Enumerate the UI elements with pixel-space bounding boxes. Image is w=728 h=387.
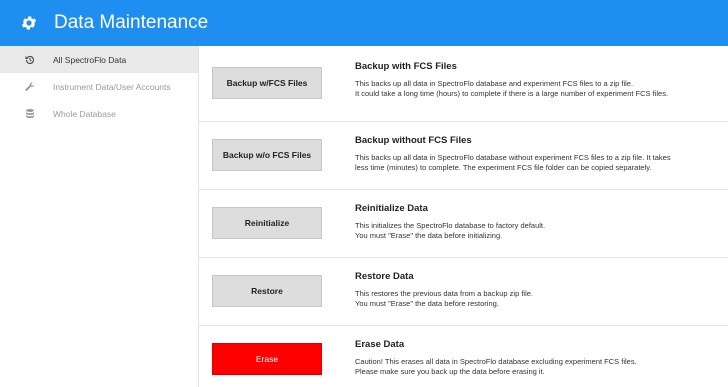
- sidebar-item-all-spectroflo-data[interactable]: All SpectroFlo Data: [0, 46, 198, 73]
- description-line: You must "Erase" the data before initial…: [355, 231, 503, 240]
- reinitialize-button[interactable]: Reinitialize: [212, 207, 322, 239]
- gear-icon: [21, 16, 37, 30]
- wrench-icon: [25, 81, 35, 91]
- app-header: Data Maintenance: [0, 0, 728, 46]
- action-title: Backup without FCS Files: [355, 135, 472, 146]
- action-title: Backup with FCS Files: [355, 61, 457, 72]
- description-line: less time (minutes) to complete. The exp…: [355, 163, 652, 172]
- action-row-backup-with-fcs: Backup w/FCS Files Backup with FCS Files…: [199, 54, 728, 122]
- sidebar-item-whole-database[interactable]: Whole Database: [0, 100, 198, 127]
- description-line: This initializes the SpectroFlo database…: [355, 221, 546, 230]
- action-title: Restore Data: [355, 271, 414, 282]
- sidebar-item-instrument-data-user-accounts[interactable]: Instrument Data/User Accounts: [0, 73, 198, 100]
- action-row-restore: Restore Restore Data This restores the p…: [199, 258, 728, 326]
- restore-button[interactable]: Restore: [212, 275, 322, 307]
- database-icon: [26, 108, 34, 118]
- action-row-erase: Erase Erase Data Caution! This erases al…: [199, 326, 728, 387]
- sidebar-item-label: All SpectroFlo Data: [53, 54, 127, 65]
- action-row-reinitialize: Reinitialize Reinitialize Data This init…: [199, 190, 728, 258]
- action-description: This restores the previous data from a b…: [355, 289, 728, 309]
- action-title: Reinitialize Data: [355, 203, 428, 214]
- sidebar-item-label: Instrument Data/User Accounts: [53, 81, 171, 92]
- description-line: This backs up all data in SpectroFlo dat…: [355, 79, 634, 88]
- sidebar-item-label: Whole Database: [53, 108, 116, 119]
- description-line: You must "Erase" the data before restori…: [355, 299, 499, 308]
- description-line: This backs up all data in SpectroFlo dat…: [355, 153, 671, 162]
- restore-clock-icon: [25, 55, 34, 64]
- page-title: Data Maintenance: [54, 12, 209, 33]
- sidebar: All SpectroFlo Data Instrument Data/User…: [0, 46, 199, 387]
- erase-button[interactable]: Erase: [212, 343, 322, 375]
- backup-without-fcs-button[interactable]: Backup w/o FCS Files: [212, 139, 322, 171]
- main-content: Backup w/FCS Files Backup with FCS Files…: [199, 46, 728, 387]
- action-description: This backs up all data in SpectroFlo dat…: [355, 153, 728, 173]
- backup-with-fcs-button[interactable]: Backup w/FCS Files: [212, 67, 322, 99]
- action-title: Erase Data: [355, 339, 405, 350]
- description-line: It could take a long time (hours) to com…: [355, 89, 669, 98]
- description-line: Please make sure you back up the data be…: [355, 367, 545, 376]
- action-description: This backs up all data in SpectroFlo dat…: [355, 79, 728, 99]
- action-description: Caution! This erases all data in Spectro…: [355, 357, 728, 377]
- description-line: Caution! This erases all data in Spectro…: [355, 357, 637, 366]
- description-line: This restores the previous data from a b…: [355, 289, 534, 298]
- action-description: This initializes the SpectroFlo database…: [355, 221, 728, 241]
- action-row-backup-without-fcs: Backup w/o FCS Files Backup without FCS …: [199, 122, 728, 190]
